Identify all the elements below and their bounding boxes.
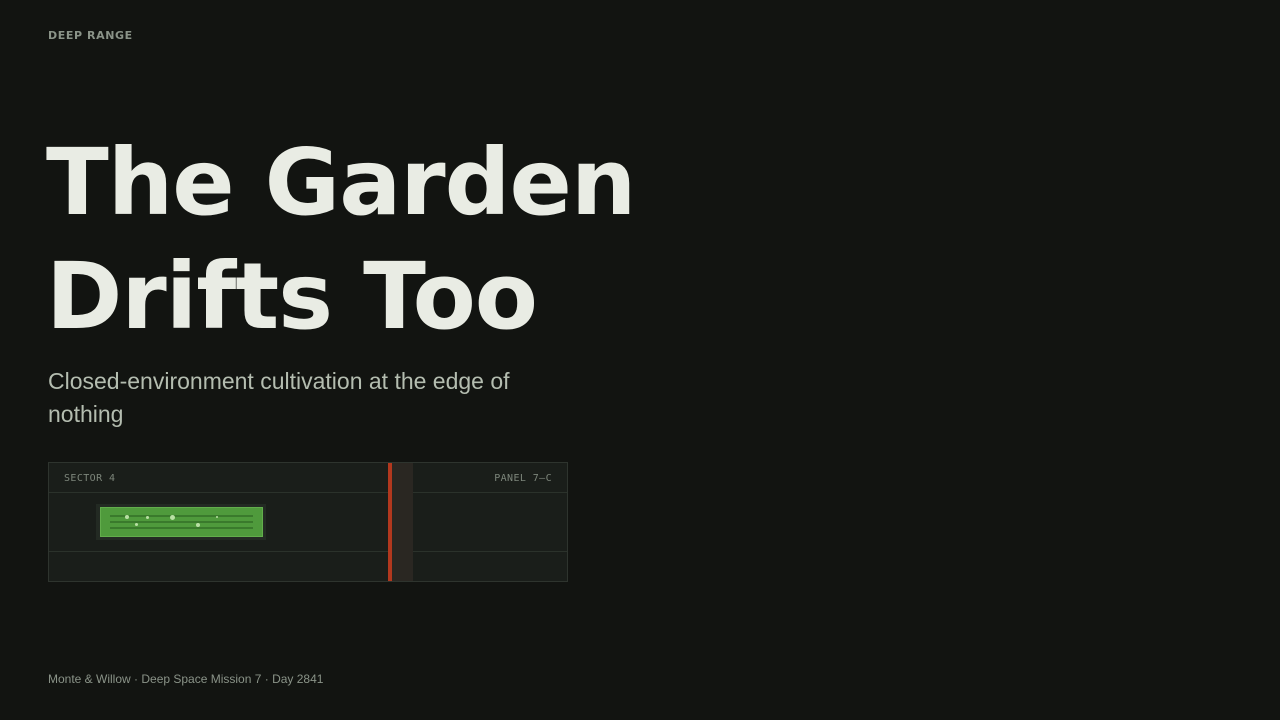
seedling-dot [135,523,138,526]
panel-divider-top [49,492,567,493]
seedling-dot [146,516,149,519]
tray-row-line [110,521,253,523]
page-title: The Garden Drifts Too [46,126,686,354]
seedling-dot [170,515,175,520]
brand-label: DEEP RANGE [48,29,133,42]
scan-marker [388,463,392,581]
subtitle: Closed-environment cultivation at the ed… [48,368,510,427]
headline-line-1: The Garden [46,129,636,236]
growth-panel-illustration: SECTOR 4 PANEL 7–C [48,462,568,582]
plant-tray [100,507,263,537]
panel-id-label: PANEL 7–C [494,473,552,484]
footer-credits: Monte & Willow · Deep Space Mission 7 · … [48,672,324,686]
sector-label: SECTOR 4 [64,473,116,484]
seedling-dot [216,516,218,518]
tray-row-line [110,527,253,529]
headline-line-2: Drifts Too [46,243,538,350]
tray-row-line [110,515,253,517]
seedling-dot [196,523,200,527]
panel-divider-bottom [49,551,567,552]
seedling-dot [125,515,129,519]
scan-marker-glow [392,463,413,581]
